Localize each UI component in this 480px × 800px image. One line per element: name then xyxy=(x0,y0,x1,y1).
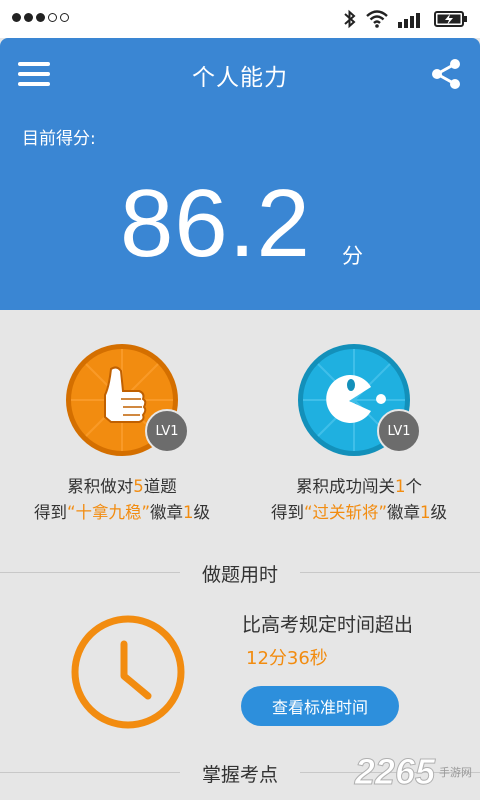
battery-icon xyxy=(434,11,467,27)
section-title-time: 做题用时 xyxy=(0,560,480,587)
watermark-logo: 2265 手游网 xyxy=(354,751,472,792)
score-label: 目前得分: xyxy=(22,129,96,149)
score-unit: 分 xyxy=(342,244,363,268)
score-value: 86.2 xyxy=(120,170,311,277)
score-header: 个人能力 目前得分: 86.2 分 xyxy=(0,38,480,310)
level-badge: LV1 xyxy=(145,409,189,453)
share-icon[interactable] xyxy=(428,56,464,92)
level-badge: LV1 xyxy=(377,409,421,453)
clock-icon xyxy=(71,615,185,729)
badge-guoguanzhanjiang[interactable]: LV1 xyxy=(298,344,421,456)
view-standard-time-button[interactable]: 查看标准时间 xyxy=(241,686,399,726)
page-title: 个人能力 xyxy=(192,65,288,91)
wifi-icon xyxy=(366,10,388,28)
badge-description-2: 累积成功闯关1个 得到“过关斩将”徽章1级 xyxy=(270,477,448,522)
badge-shinajiuwen[interactable]: LV1 xyxy=(66,344,189,456)
badge-description-1: 累积做对5道题 得到“十拿九稳”徽章1级 xyxy=(33,477,211,522)
exceed-time-label: 比高考规定时间超出 xyxy=(242,614,414,636)
status-bar xyxy=(0,0,480,38)
exceed-time-value: 12分36秒 xyxy=(246,648,328,669)
carrier-signal-icon xyxy=(12,13,69,22)
bluetooth-icon xyxy=(344,9,356,29)
cell-signal-icon xyxy=(398,13,420,28)
